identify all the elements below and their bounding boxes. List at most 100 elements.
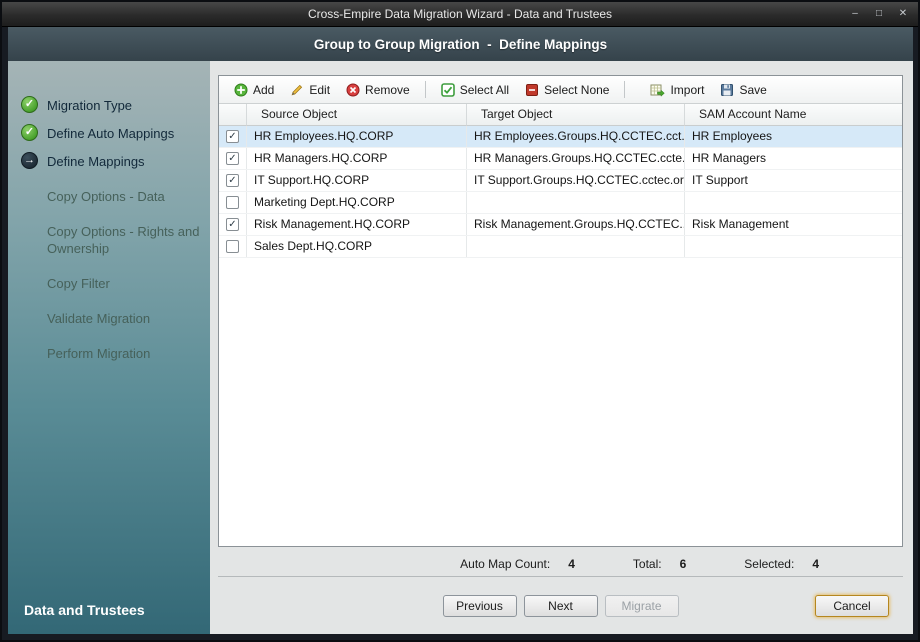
table-row[interactable]: ✓ IT Support.HQ.CORP IT Support.Groups.HQ.… [219, 170, 902, 192]
sidebar: ✓ Migration Type ✓ Define Auto Mappings → Def… [8, 61, 210, 634]
sidebar-footer: Data and Trustees [24, 602, 145, 618]
step-label: Define Auto Mappings [47, 126, 175, 141]
step-label: Migration Type [47, 98, 133, 113]
cell-checkbox: ✓ [219, 148, 247, 169]
cancel-button[interactable]: Cancel [815, 594, 889, 617]
step-done-icon: ✓ [21, 124, 38, 141]
row-checkbox[interactable]: ✓ [226, 130, 239, 143]
cell-checkbox [219, 236, 247, 257]
step-done-icon: ✓ [21, 96, 38, 113]
sidebar-steps: ✓ Migration Type ✓ Define Auto Mappings → Def… [8, 61, 210, 367]
sidebar-step[interactable]: ✓ Migration Type [8, 91, 210, 119]
total-count: Total: 6 [632, 557, 687, 571]
remove-button[interactable]: Remove [339, 80, 417, 100]
cell-target [467, 236, 685, 257]
cell-target: HR Employees.Groups.HQ.CCTEC.cct... [467, 126, 685, 147]
cell-checkbox: ✓ [219, 214, 247, 235]
next-button[interactable]: Next [523, 594, 598, 617]
row-checkbox[interactable]: ✓ [226, 152, 239, 165]
sidebar-step[interactable]: Copy Options - Rights and Ownership [8, 217, 210, 262]
window-frame: Group to Group Migration - Define Mappin… [8, 27, 913, 634]
row-checkbox[interactable]: ✓ [226, 218, 239, 231]
cell-sam: Risk Management [692, 217, 789, 231]
title-bar[interactable]: Cross-Empire Data Migration Wizard - Dat… [2, 2, 918, 27]
cell-sam: HR Employees [692, 129, 773, 143]
main-content: Add Edit Remove Select All Select None I… [210, 61, 913, 634]
sidebar-step[interactable]: Copy Options - Data [8, 182, 210, 210]
remove-icon [346, 83, 360, 96]
sidebar-step[interactable]: → Define Mappings [8, 147, 210, 175]
add-button[interactable]: Add [227, 80, 281, 100]
edit-button[interactable]: Edit [283, 80, 337, 100]
window-controls: – □ ✕ [848, 2, 910, 26]
sidebar-step[interactable]: Validate Migration [8, 304, 210, 332]
cell-target: IT Support.Groups.HQ.CCTEC.cctec.org [467, 170, 685, 191]
cell-checkbox: ✓ [219, 126, 247, 147]
step-label: Copy Filter [47, 276, 110, 291]
cell-sam [685, 236, 902, 257]
footer-bar: Previous Next Migrate Cancel [218, 577, 903, 634]
window-title: Cross-Empire Data Migration Wizard - Dat… [307, 7, 613, 21]
cell-target [467, 192, 685, 213]
minimize-button[interactable]: – [848, 9, 862, 19]
previous-button[interactable]: Previous [442, 594, 517, 617]
migrate-button[interactable]: Migrate [604, 594, 679, 617]
total-count-value: 6 [679, 557, 687, 571]
select-none-icon [526, 83, 539, 96]
sidebar-step[interactable]: Perform Migration [8, 339, 210, 367]
status-bar: Auto Map Count: 4 Total: 6 Selected: 4 [218, 552, 903, 577]
column-header-sam-account-name[interactable]: SAM Account Name [685, 104, 902, 126]
cell-sam [685, 192, 902, 213]
select-none-button[interactable]: Select None [518, 80, 616, 100]
column-header-source-object[interactable]: Source Object [247, 104, 467, 126]
import-button[interactable]: Import [643, 80, 711, 100]
cell-source: IT Support.HQ.CORP [247, 170, 467, 191]
step-label: Copy Options - Data [47, 189, 165, 204]
cell-source: HR Employees.HQ.CORP [247, 126, 467, 147]
select-all-button[interactable]: Select All [434, 80, 516, 100]
cell-checkbox [219, 192, 247, 213]
step-label: Copy Options - Rights and Ownership [47, 224, 200, 256]
step-label: Define Mappings [47, 154, 145, 169]
table-row[interactable]: ✓ HR Employees.HQ.CORP HR Employees.Groups… [219, 126, 902, 148]
auto-map-count-value: 4 [568, 557, 575, 571]
cell-target: Risk Management.Groups.HQ.CCTEC.... [467, 214, 685, 235]
close-button[interactable]: ✕ [896, 9, 910, 19]
wizard-window: Cross-Empire Data Migration Wizard - Dat… [0, 0, 920, 642]
step-label: Validate Migration [47, 311, 151, 326]
cell-sam: HR Managers [692, 151, 767, 165]
cell-sam: IT Support [692, 173, 748, 187]
mapping-table-body: ✓ HR Employees.HQ.CORP HR Employees.Groups… [219, 126, 902, 546]
toolbar-separator [624, 81, 626, 98]
save-icon [721, 83, 734, 96]
selected-count: Selected: 4 [744, 557, 819, 571]
import-icon [650, 84, 666, 97]
sidebar-step[interactable]: Copy Filter [8, 269, 210, 297]
auto-map-count: Auto Map Count: 4 [460, 557, 575, 571]
sidebar-step[interactable]: ✓ Define Auto Mappings [8, 119, 210, 147]
save-button[interactable]: Save [713, 80, 773, 100]
table-row[interactable]: ✓ Risk Management.HQ.CORP Risk Management.… [219, 214, 902, 236]
pencil-icon [291, 84, 303, 95]
add-icon [234, 83, 248, 96]
table-row[interactable]: Sales Dept.HQ.CORP [219, 236, 902, 258]
table-row[interactable]: Marketing Dept.HQ.CORP [219, 192, 902, 214]
maximize-button[interactable]: □ [872, 9, 886, 19]
table-header: Source Object Target Object SAM Account … [219, 104, 902, 126]
select-all-icon [440, 82, 455, 97]
row-checkbox[interactable] [226, 196, 239, 209]
mapping-panel: Add Edit Remove Select All Select None I… [218, 75, 903, 547]
cell-source: Marketing Dept.HQ.CORP [247, 192, 467, 213]
row-checkbox[interactable]: ✓ [226, 174, 239, 187]
page-title: Group to Group Migration - Define Mappin… [313, 36, 608, 52]
cell-source: Sales Dept.HQ.CORP [247, 236, 467, 257]
step-label: Perform Migration [47, 346, 151, 361]
selected-count-value: 4 [812, 557, 819, 571]
header-checkbox-column [219, 104, 247, 126]
toolbar: Add Edit Remove Select All Select None I… [219, 76, 902, 104]
cell-source: HR Managers.HQ.CORP [247, 148, 467, 169]
row-checkbox[interactable] [226, 240, 239, 253]
table-row[interactable]: ✓ HR Managers.HQ.CORP HR Managers.Groups.H… [219, 148, 902, 170]
column-header-target-object[interactable]: Target Object [467, 104, 685, 126]
step-current-icon: → [21, 152, 38, 169]
